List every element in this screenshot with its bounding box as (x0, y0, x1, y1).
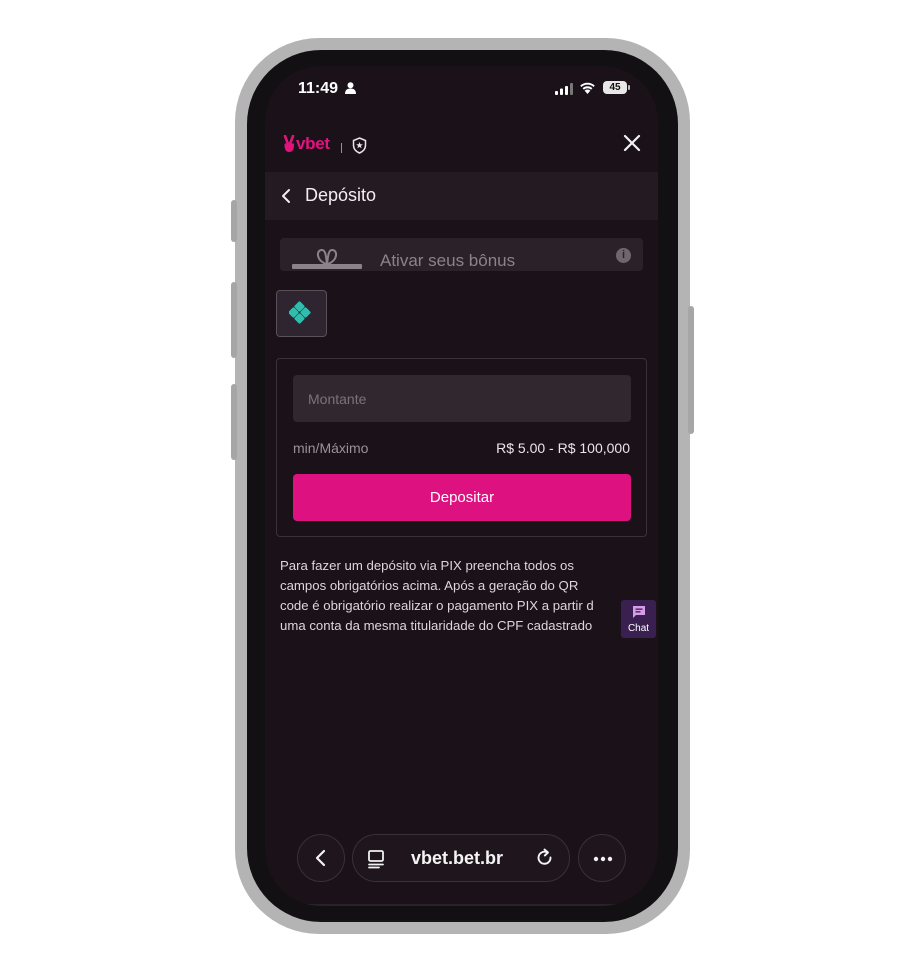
person-icon (345, 82, 356, 94)
min-max-value: R$ 5.00 - R$ 100,000 (496, 440, 630, 456)
app-header: vbet (265, 124, 658, 172)
deposit-button[interactable]: Depositar (293, 474, 631, 521)
pix-icon (289, 301, 311, 324)
page-title: Depósito (305, 185, 377, 205)
instruction-line: campos obrigatórios acima. Após a geraçã… (280, 578, 579, 593)
cellular-signal-icon (555, 83, 573, 95)
chevron-left-icon[interactable] (281, 188, 291, 204)
wifi-icon (580, 82, 595, 94)
close-icon[interactable] (623, 134, 641, 152)
instruction-line: uma conta da mesma titularidade do CPF c… (280, 618, 593, 633)
side-button-volume-down (231, 384, 237, 460)
side-button-volume-up (231, 282, 237, 358)
amount-input[interactable] (293, 375, 631, 422)
bonus-label: Ativar seus bônus (380, 251, 516, 270)
browser-more-button[interactable] (578, 834, 626, 882)
chat-button[interactable]: Chat (621, 600, 656, 638)
victory-hand-icon (283, 135, 295, 152)
reload-icon[interactable] (535, 848, 555, 868)
tabs-icon (368, 850, 384, 869)
shield-star-icon[interactable] (352, 137, 367, 154)
more-icon (593, 856, 613, 862)
chevron-left-icon (315, 849, 326, 867)
battery-tip (628, 85, 630, 90)
instruction-line: Para fazer um depósito via PIX preencha … (280, 558, 574, 573)
pix-instructions: Para fazer um depósito via PIX preencha … (280, 556, 630, 636)
min-max-label: min/Máximo (293, 440, 369, 456)
status-bar: 11:49 45 (265, 66, 658, 112)
battery-icon: 45 (603, 81, 627, 94)
header-divider (341, 143, 342, 153)
gift-icon (292, 248, 362, 269)
info-icon[interactable]: i (616, 248, 631, 263)
address-bar[interactable]: vbet.bet.br (352, 834, 570, 882)
browser-back-button[interactable] (297, 834, 345, 882)
page-header: Depósito (265, 172, 658, 220)
pix-payment-method[interactable] (276, 290, 327, 337)
side-button-power (688, 306, 694, 434)
status-time: 11:49 (298, 80, 339, 97)
home-indicator (265, 904, 658, 906)
chat-label: Chat (627, 623, 650, 634)
instruction-line: code é obrigatório realizar o pagamento … (280, 598, 594, 613)
activate-bonus-card[interactable]: Ativar seus bônus i (280, 238, 643, 271)
phone-screen: 11:49 45 vbet Depósito Ativar seus bônus… (265, 66, 658, 906)
chat-bubble-icon (632, 606, 645, 618)
url-text: vbet.bet.br (411, 848, 504, 868)
deposit-form: min/Máximo R$ 5.00 - R$ 100,000 Deposita… (276, 358, 647, 537)
vbet-logo[interactable]: vbet (282, 134, 330, 154)
side-button-mute (231, 200, 237, 242)
logo-text: vbet (296, 134, 330, 153)
